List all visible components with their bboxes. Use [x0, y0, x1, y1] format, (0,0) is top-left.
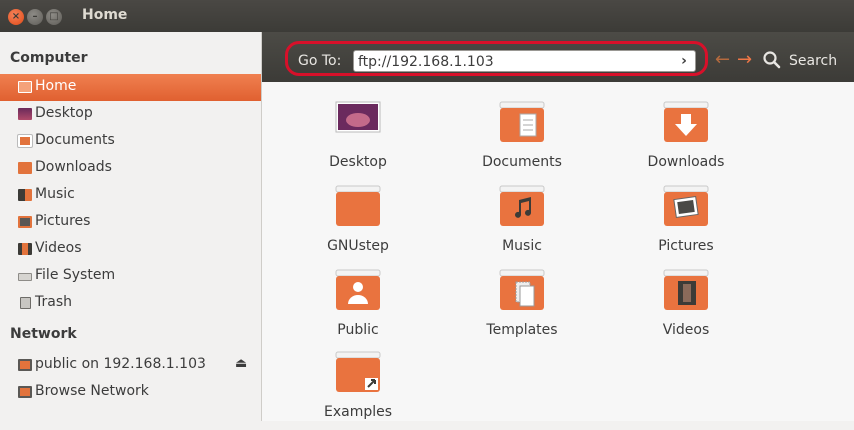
videos-folder-icon — [663, 269, 709, 310]
sidebar-item-desktop[interactable]: Desktop — [0, 101, 261, 128]
maximize-window-button[interactable]: □ — [46, 9, 62, 25]
home-folder-icon — [18, 81, 32, 93]
file-item-desktop[interactable]: Desktop — [298, 100, 418, 180]
desktop-icon — [18, 108, 32, 120]
downloads-icon — [18, 162, 32, 174]
trash-icon — [20, 297, 31, 309]
sidebar-item-pictures[interactable]: Pictures — [0, 209, 261, 236]
file-item-public[interactable]: Public — [298, 268, 418, 348]
file-item-templates[interactable]: Templates — [462, 268, 582, 348]
sidebar-item-label: Videos — [35, 240, 82, 256]
sidebar-item-browse-network[interactable]: Browse Network — [0, 379, 261, 406]
file-item-label: Downloads — [647, 154, 725, 170]
file-item-label: Public — [337, 322, 379, 338]
sidebar-item-label: public on 192.168.1.103 — [35, 356, 206, 372]
file-item-examples[interactable]: Examples — [298, 350, 418, 430]
file-item-label: Desktop — [329, 154, 387, 170]
file-item-label: Examples — [323, 404, 393, 420]
drive-icon — [18, 273, 32, 281]
file-item-label: GNUstep — [327, 238, 389, 254]
location-input[interactable] — [353, 50, 696, 72]
window-title: Home — [82, 7, 128, 23]
sidebar-item-trash[interactable]: Trash — [0, 290, 261, 317]
file-item-label: Documents — [482, 154, 562, 170]
file-view: Desktop Documents Downloads GNUstep Musi… — [262, 82, 854, 421]
music-folder-icon — [499, 185, 545, 226]
file-item-documents[interactable]: Documents — [462, 100, 582, 180]
file-item-label: Pictures — [658, 238, 714, 254]
music-icon — [18, 189, 32, 201]
pictures-folder-icon — [663, 185, 709, 226]
sidebar-item-label: File System — [35, 267, 116, 283]
sidebar: Computer Home Desktop Documents Download… — [0, 32, 262, 421]
sidebar-item-label: Documents — [35, 132, 115, 148]
sidebar-item-label: Browse Network — [35, 383, 149, 399]
sidebar-item-home[interactable]: Home — [0, 74, 261, 101]
downloads-folder-icon — [663, 101, 709, 142]
file-item-music[interactable]: Music — [462, 184, 582, 264]
sidebar-item-label: Downloads — [35, 159, 112, 175]
file-item-pictures[interactable]: Pictures — [626, 184, 746, 264]
eject-icon[interactable]: ⏏ — [235, 356, 247, 371]
file-item-label: Videos — [662, 322, 710, 338]
sidebar-item-label: Home — [35, 78, 77, 94]
title-bar: × – □ Home — [0, 0, 854, 32]
templates-folder-icon — [499, 269, 545, 310]
network-icon — [18, 386, 32, 398]
sidebar-item-music[interactable]: Music — [0, 182, 261, 209]
search-icon[interactable] — [762, 50, 782, 70]
forward-arrow-icon[interactable]: → — [737, 49, 752, 70]
toolbar: Go To: › ← → Search — [262, 32, 854, 82]
desktop-folder-icon — [335, 101, 381, 133]
documents-folder-icon — [499, 101, 545, 142]
sidebar-section-computer: Computer — [10, 50, 88, 66]
search-button-label[interactable]: Search — [789, 53, 837, 69]
goto-label: Go To: — [298, 53, 342, 69]
file-item-downloads[interactable]: Downloads — [626, 100, 746, 180]
folder-icon — [335, 185, 381, 226]
file-item-label: Templates — [486, 322, 558, 338]
sidebar-item-label: Desktop — [35, 105, 93, 121]
sidebar-item-file-system[interactable]: File System — [0, 263, 261, 290]
sidebar-item-label: Trash — [35, 294, 72, 310]
videos-icon — [18, 243, 32, 255]
close-window-button[interactable]: × — [8, 9, 24, 25]
minimize-window-button[interactable]: – — [27, 9, 43, 25]
file-item-videos[interactable]: Videos — [626, 268, 746, 348]
sidebar-item-videos[interactable]: Videos — [0, 236, 261, 263]
network-share-icon — [18, 359, 32, 371]
go-arrow-icon[interactable]: › — [674, 50, 694, 72]
sidebar-item-downloads[interactable]: Downloads — [0, 155, 261, 182]
back-arrow-icon[interactable]: ← — [715, 49, 730, 70]
examples-folder-icon — [335, 351, 381, 392]
sidebar-item-documents[interactable]: Documents — [0, 128, 261, 155]
file-item-label: Music — [502, 238, 542, 254]
sidebar-item-public-share[interactable]: public on 192.168.1.103 ⏏ — [0, 352, 261, 379]
sidebar-item-label: Pictures — [35, 213, 91, 229]
public-folder-icon — [335, 269, 381, 310]
sidebar-section-network: Network — [10, 326, 77, 342]
sidebar-item-label: Music — [35, 186, 75, 202]
file-item-gnustep[interactable]: GNUstep — [298, 184, 418, 264]
pictures-icon — [18, 216, 32, 228]
documents-icon — [17, 134, 33, 148]
